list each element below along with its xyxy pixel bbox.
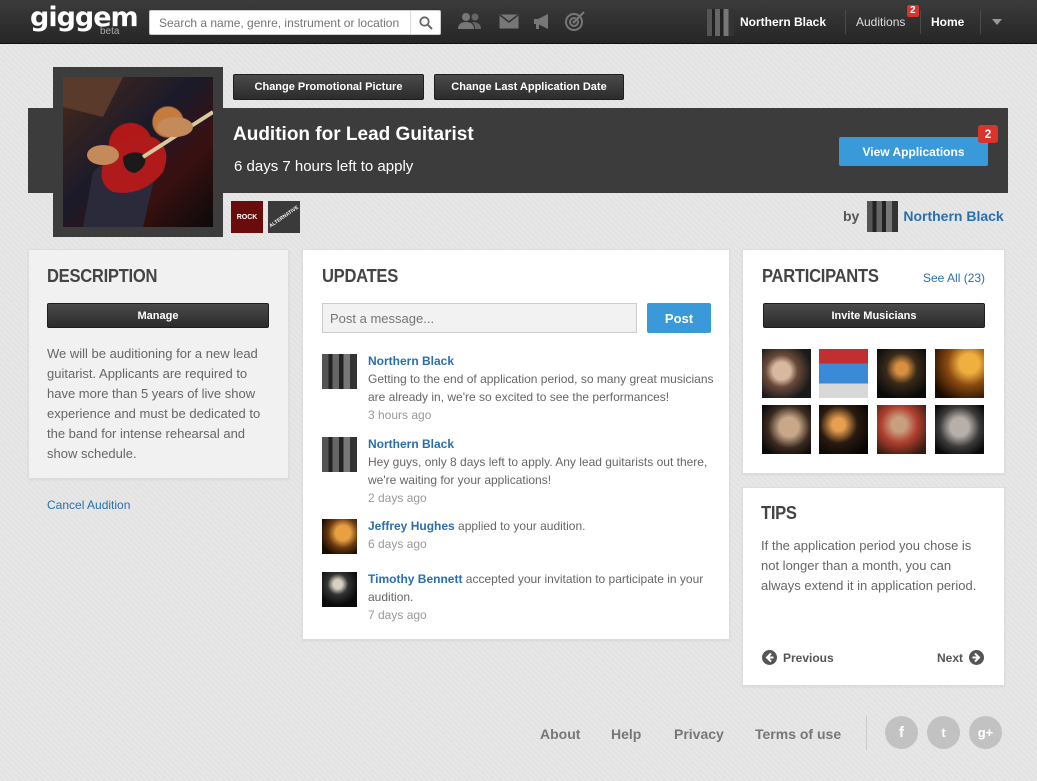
participant-thumbnail[interactable] bbox=[762, 349, 811, 398]
audition-owner: by Northern Black bbox=[843, 200, 1004, 232]
nav-divider bbox=[920, 10, 921, 34]
footer-help-link[interactable]: Help bbox=[611, 726, 641, 742]
update-body: Northern Black Hey guys, only 8 days lef… bbox=[368, 435, 718, 507]
genre-tag-rock[interactable]: ROCK bbox=[231, 201, 263, 233]
update-author-link[interactable]: Timothy Bennett bbox=[368, 572, 462, 586]
google-plus-glyph: g+ bbox=[977, 725, 994, 740]
description-title: DESCRIPTION bbox=[47, 266, 158, 286]
nav-divider bbox=[845, 10, 846, 34]
update-time: 3 hours ago bbox=[368, 408, 432, 422]
time-left-text: 6 days 7 hours left to apply bbox=[234, 158, 414, 175]
audition-title: Audition for Lead Guitarist bbox=[233, 124, 474, 145]
top-navigation-bar: giggem beta Northern Black Auditions 2 H… bbox=[0, 0, 1037, 44]
announcements-icon[interactable] bbox=[530, 10, 554, 32]
user-name: Northern Black bbox=[740, 15, 827, 29]
by-label: by bbox=[843, 208, 860, 224]
participant-thumbnail[interactable] bbox=[819, 405, 868, 454]
promotional-picture bbox=[63, 77, 213, 227]
search-input[interactable] bbox=[150, 11, 410, 34]
nav-divider bbox=[980, 10, 981, 34]
change-last-application-date-button[interactable]: Change Last Application Date bbox=[434, 74, 624, 100]
search-box bbox=[149, 10, 441, 35]
participant-thumbnail[interactable] bbox=[819, 349, 868, 398]
applications-count-badge: 2 bbox=[978, 125, 998, 143]
musicians-icon[interactable] bbox=[458, 10, 482, 32]
owner-name-link[interactable]: Northern Black bbox=[903, 208, 1003, 224]
google-plus-icon[interactable]: g+ bbox=[969, 716, 1002, 749]
update-text: Hey guys, only 8 days left to apply. Any… bbox=[368, 455, 708, 487]
update-author-link[interactable]: Northern Black bbox=[368, 437, 454, 451]
footer-privacy-link[interactable]: Privacy bbox=[674, 726, 724, 742]
avatar[interactable] bbox=[322, 354, 357, 389]
cancel-audition-link[interactable]: Cancel Audition bbox=[47, 498, 130, 512]
auditions-badge: 2 bbox=[907, 5, 919, 17]
previous-tip-button[interactable]: Previous bbox=[762, 650, 834, 665]
footer-divider bbox=[866, 716, 867, 750]
search-button[interactable] bbox=[410, 11, 440, 34]
avatar[interactable] bbox=[322, 519, 357, 554]
beta-label: beta bbox=[100, 26, 120, 37]
arrow-right-circle-icon bbox=[969, 650, 985, 665]
description-text: We will be auditioning for a new lead gu… bbox=[47, 346, 261, 461]
messages-icon[interactable] bbox=[497, 10, 521, 32]
arrow-left-circle-icon bbox=[762, 650, 777, 665]
twitter-icon[interactable]: t bbox=[927, 716, 960, 749]
user-avatar bbox=[707, 8, 734, 36]
next-label: Next bbox=[937, 650, 964, 665]
update-time: 2 days ago bbox=[368, 491, 427, 505]
user-menu[interactable]: Northern Black bbox=[707, 8, 826, 36]
participant-thumbnail[interactable] bbox=[877, 405, 926, 454]
update-body: Northern Black Getting to the end of app… bbox=[368, 352, 718, 424]
genre-tag-label: ALTERNATIVE bbox=[268, 204, 300, 230]
post-message-input[interactable] bbox=[322, 303, 637, 333]
change-promotional-picture-button[interactable]: Change Promotional Picture bbox=[233, 74, 424, 100]
avatar[interactable] bbox=[322, 437, 357, 472]
post-button[interactable]: Post bbox=[647, 303, 711, 333]
update-author-link[interactable]: Jeffrey Hughes bbox=[368, 519, 455, 533]
genre-tag-label: ROCK bbox=[236, 213, 258, 221]
next-tip-button[interactable]: Next bbox=[937, 650, 985, 665]
facebook-icon[interactable]: f bbox=[885, 716, 918, 749]
tips-text: If the application period you chose is n… bbox=[761, 538, 977, 593]
update-time: 7 days ago bbox=[368, 608, 427, 622]
auditions-target-icon[interactable] bbox=[563, 10, 587, 32]
updates-title: UPDATES bbox=[322, 266, 398, 286]
participant-thumbnail[interactable] bbox=[762, 405, 811, 454]
update-time: 6 days ago bbox=[368, 537, 427, 551]
footer-about-link[interactable]: About bbox=[540, 726, 580, 742]
tips-title: TIPS bbox=[761, 503, 797, 523]
update-text: Getting to the end of application period… bbox=[368, 372, 714, 404]
participant-thumbnail[interactable] bbox=[877, 349, 926, 398]
chevron-down-icon[interactable] bbox=[992, 19, 1002, 25]
update-body: Jeffrey Hughes applied to your audition.… bbox=[368, 517, 718, 553]
facebook-glyph: f bbox=[899, 724, 904, 741]
home-link[interactable]: Home bbox=[931, 15, 964, 29]
owner-avatar[interactable] bbox=[867, 200, 899, 232]
view-applications-button[interactable]: View Applications bbox=[839, 137, 988, 166]
previous-label: Previous bbox=[783, 650, 834, 665]
twitter-glyph: t bbox=[941, 725, 946, 740]
see-all-participants-link[interactable]: See All (23) bbox=[923, 271, 985, 285]
participant-thumbnail[interactable] bbox=[935, 405, 984, 454]
footer-terms-link[interactable]: Terms of use bbox=[755, 726, 841, 742]
manage-button[interactable]: Manage bbox=[47, 303, 269, 328]
participant-thumbnail[interactable] bbox=[935, 349, 984, 398]
update-body: Timothy Bennett accepted your invitation… bbox=[368, 570, 718, 624]
invite-musicians-button[interactable]: Invite Musicians bbox=[763, 303, 985, 328]
giggem-logo[interactable]: giggem bbox=[30, 2, 139, 33]
avatar[interactable] bbox=[322, 572, 357, 607]
genre-tag-alternative[interactable]: ALTERNATIVE bbox=[268, 201, 300, 233]
auditions-link[interactable]: Auditions bbox=[856, 15, 905, 29]
participants-title: PARTICIPANTS bbox=[762, 266, 879, 286]
update-text: applied to your audition. bbox=[454, 519, 586, 533]
search-icon bbox=[418, 15, 433, 30]
update-author-link[interactable]: Northern Black bbox=[368, 354, 454, 368]
